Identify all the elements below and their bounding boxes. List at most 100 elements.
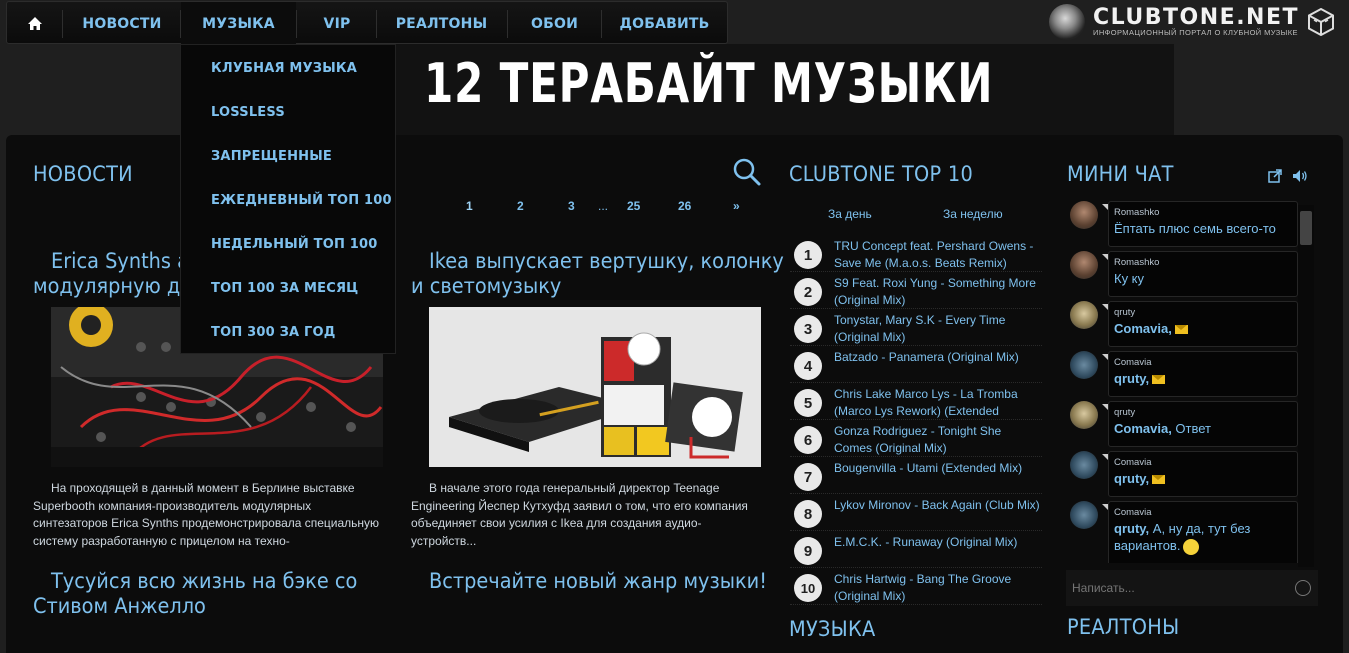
track-title[interactable]: Gonza Rodriguez - Tonight She Comes (Orig… <box>834 423 1044 457</box>
article-title-cont[interactable]: Стивом Анжелло <box>33 593 206 619</box>
chat-input[interactable] <box>1066 570 1318 606</box>
sound-icon[interactable] <box>1292 169 1308 183</box>
track-line2: (Original Mix) <box>834 293 906 307</box>
chat-message: Comavia qruty, <box>1066 451 1298 497</box>
avatar[interactable] <box>1070 451 1098 479</box>
page-ellipsis: ... <box>598 199 609 213</box>
track-line1: Chris Lake Marco Lys - La Tromba <box>834 387 1018 401</box>
site-logo[interactable]: CLUBTONE.NET Информационный портал о клу… <box>1049 4 1335 40</box>
avatar[interactable] <box>1070 501 1098 529</box>
page-link-1[interactable]: 1 <box>466 199 473 213</box>
article-title[interactable]: Встречайте новый жанр музыки! <box>429 568 767 594</box>
nav-home-button[interactable] <box>7 2 62 45</box>
message-author[interactable]: qruty <box>1114 307 1135 318</box>
tab-day[interactable]: За день <box>828 207 872 221</box>
message-author[interactable]: Comavia <box>1114 507 1152 518</box>
mention[interactable]: qruty, <box>1114 521 1149 536</box>
page-next-link[interactable]: » <box>733 199 740 213</box>
tab-week[interactable]: За неделю <box>943 207 1003 221</box>
message-author[interactable]: Comavia <box>1114 357 1152 368</box>
track-title[interactable]: Chris Hartwig - Bang The Groove (Original… <box>834 571 1044 605</box>
menu-item-lossless[interactable]: LOSSLESS <box>211 105 285 120</box>
top10-row[interactable]: 2 S9 Feat. Roxi Yung - Something More (Ori… <box>790 272 1042 309</box>
menu-item-club-music[interactable]: КЛУБНАЯ МУЗЫКА <box>211 61 357 76</box>
track-title[interactable]: Lykov Mironov - Back Again (Club Mix) <box>834 497 1044 514</box>
top10-row[interactable]: 3 Tonystar, Mary S.K - Every Time (Origina… <box>790 309 1042 346</box>
smiley-icon <box>1183 538 1200 555</box>
article-title-cont[interactable]: и светомузыку <box>411 273 561 299</box>
menu-item-daily-top100[interactable]: ЕЖЕДНЕВНЫЙ ТОП 100 <box>211 193 392 208</box>
mention[interactable]: Comavia, <box>1114 321 1172 336</box>
track-title[interactable]: Chris Lake Marco Lys - La Tromba (Marco L… <box>834 386 1044 420</box>
promo-banner[interactable]: 12 ТЕРАБАЙТ МУЗЫКИ <box>396 44 1174 136</box>
logo-tagline: Информационный портал о клубной музыке <box>1093 28 1298 37</box>
music-section-title[interactable]: МУЗЫКА <box>789 617 875 641</box>
rank-badge: 10 <box>794 574 822 602</box>
track-line1: Tonystar, Mary S.K - Every Time <box>834 313 1006 327</box>
ringtones-section-title[interactable]: РЕАЛТОНЫ <box>1067 615 1179 639</box>
message-author[interactable]: qruty <box>1114 407 1135 418</box>
search-icon[interactable] <box>732 157 762 187</box>
message-text: qruty, <box>1114 370 1294 387</box>
mention[interactable]: qruty, <box>1114 371 1149 386</box>
track-title[interactable]: TRU Concept feat. Pershard Owens - Save M… <box>834 238 1044 272</box>
rank-badge: 9 <box>794 537 822 565</box>
chat-message: Comavia qruty, А, ну да, тут без вариант… <box>1066 501 1298 563</box>
top10-row[interactable]: 8 Lykov Mironov - Back Again (Club Mix) <box>790 494 1042 531</box>
chat-message: qruty Comavia, <box>1066 301 1298 347</box>
menu-item-monthly-top100[interactable]: ТОП 100 ЗА МЕСЯЦ <box>211 281 358 296</box>
home-icon <box>27 17 42 30</box>
news-section-title[interactable]: НОВОСТИ <box>33 162 133 186</box>
avatar[interactable] <box>1070 301 1098 329</box>
mention[interactable]: qruty, <box>1114 471 1149 486</box>
track-title[interactable]: Batzado - Panamera (Original Mix) <box>834 349 1044 366</box>
top10-row[interactable]: 9 E.M.C.K. - Runaway (Original Mix) <box>790 531 1042 568</box>
page-link-26[interactable]: 26 <box>678 199 691 213</box>
menu-item-weekly-top100[interactable]: НЕДЕЛЬНЫЙ ТОП 100 <box>211 237 378 252</box>
rank-badge: 4 <box>794 352 822 380</box>
message-author[interactable]: Romashko <box>1114 207 1159 218</box>
avatar[interactable] <box>1070 351 1098 379</box>
top10-row[interactable]: 6 Gonza Rodriguez - Tonight She Comes (Ori… <box>790 420 1042 457</box>
top10-row[interactable]: 4 Batzado - Panamera (Original Mix) <box>790 346 1042 383</box>
page-link-2[interactable]: 2 <box>517 199 524 213</box>
top10-row[interactable]: 5 Chris Lake Marco Lys - La Tromba (Marco … <box>790 383 1042 420</box>
nav-item-wallpapers[interactable]: ОБОИ <box>508 2 601 45</box>
article-title[interactable]: Тусуйся всю жизнь на бэке со <box>51 568 357 594</box>
track-title[interactable]: E.M.C.K. - Runaway (Original Mix) <box>834 534 1044 551</box>
nav-item-ringtones[interactable]: РЕАЛТОНЫ <box>377 2 506 45</box>
top10-row[interactable]: 1 TRU Concept feat. Pershard Owens - Save … <box>790 235 1042 272</box>
top10-row[interactable]: 7 Bougenvilla - Utami (Extended Mix) <box>790 457 1042 494</box>
music-dropdown-menu: КЛУБНАЯ МУЗЫКА LOSSLESS ЗАПРЕЩЕННЫЕ ЕЖЕД… <box>180 44 396 354</box>
nav-item-add[interactable]: ДОБАВИТЬ <box>602 2 727 45</box>
nav-item-news[interactable]: НОВОСТИ <box>64 2 180 45</box>
scrollbar-thumb[interactable] <box>1300 211 1312 245</box>
track-line2: (Original Mix) <box>834 589 906 603</box>
emoji-button-icon[interactable] <box>1295 580 1311 596</box>
nav-item-vip[interactable]: VIP <box>297 2 377 45</box>
track-title[interactable]: S9 Feat. Roxi Yung - Something More (Orig… <box>834 275 1044 309</box>
message-author[interactable]: Comavia <box>1114 457 1152 468</box>
page-link-25[interactable]: 25 <box>627 199 640 213</box>
top10-row[interactable]: 10 Chris Hartwig - Bang The Groove (Origin… <box>790 568 1042 605</box>
article-title[interactable]: Ikea выпускает вертушку, колонку <box>429 248 784 274</box>
rank-badge: 8 <box>794 500 822 528</box>
track-title[interactable]: Bougenvilla - Utami (Extended Mix) <box>834 460 1044 477</box>
message-author[interactable]: Romashko <box>1114 257 1159 268</box>
page-link-3[interactable]: 3 <box>568 199 575 213</box>
menu-item-yearly-top300[interactable]: ТОП 300 ЗА ГОД <box>211 325 336 340</box>
message-bubble: Romashko Ку ку <box>1102 251 1298 297</box>
avatar[interactable] <box>1070 201 1098 229</box>
top10-section-title[interactable]: CLUBTONE TOP 10 <box>789 162 973 186</box>
external-link-icon[interactable] <box>1268 169 1282 183</box>
article-image-ikea[interactable] <box>429 307 761 467</box>
chat-scrollbar[interactable] <box>1298 205 1314 567</box>
message-text: Comavia, <box>1114 320 1294 337</box>
track-title[interactable]: Tonystar, Mary S.K - Every Time (Original… <box>834 312 1044 346</box>
mention[interactable]: Comavia, <box>1114 421 1172 436</box>
logo-text: CLUBTONE.NET Информационный портал о клу… <box>1093 7 1299 37</box>
avatar[interactable] <box>1070 251 1098 279</box>
nav-item-music[interactable]: МУЗЫКА <box>181 2 296 45</box>
menu-item-banned[interactable]: ЗАПРЕЩЕННЫЕ <box>211 149 332 164</box>
avatar[interactable] <box>1070 401 1098 429</box>
